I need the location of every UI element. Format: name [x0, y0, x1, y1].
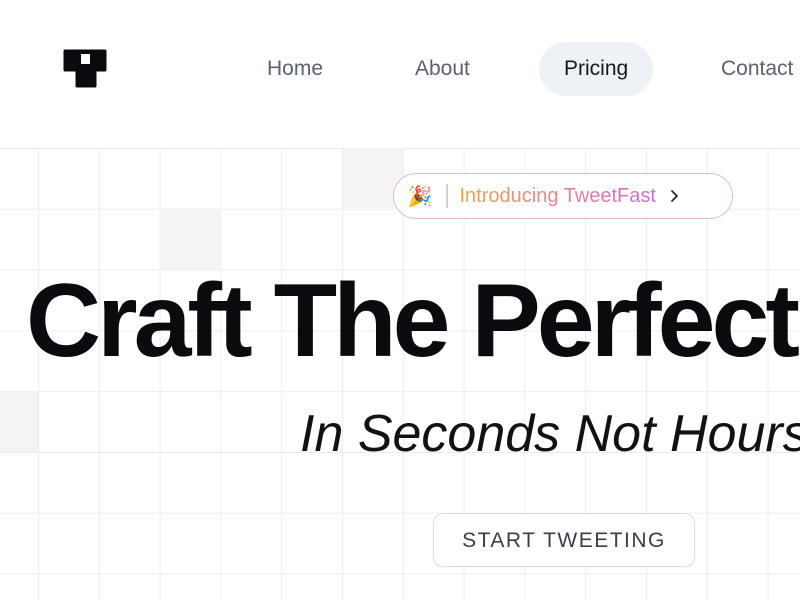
- main-nav: Home About Pricing Contact: [0, 42, 800, 98]
- badge-divider: [446, 184, 448, 208]
- grid-highlight-cell: [0, 392, 38, 452]
- announcement-badge[interactable]: 🎉 Introducing TweetFast: [393, 173, 733, 219]
- hero-subtitle: In Seconds Not Hours: [300, 405, 800, 463]
- nav-item-contact[interactable]: Contact: [696, 42, 800, 96]
- grid-highlight-cell: [160, 210, 220, 270]
- landing-page: Home About Pricing Contact 🎉 Introducing…: [0, 0, 800, 600]
- start-tweeting-button[interactable]: START TWEETING: [433, 513, 695, 567]
- nav-item-home[interactable]: Home: [242, 42, 348, 96]
- hero-title: Craft The Perfect: [26, 263, 800, 379]
- badge-text: Introducing TweetFast: [459, 184, 656, 207]
- nav-item-about[interactable]: About: [390, 42, 495, 96]
- chevron-right-icon: [666, 188, 682, 204]
- party-popper-icon: 🎉: [407, 185, 433, 208]
- nav-item-pricing[interactable]: Pricing: [539, 42, 654, 96]
